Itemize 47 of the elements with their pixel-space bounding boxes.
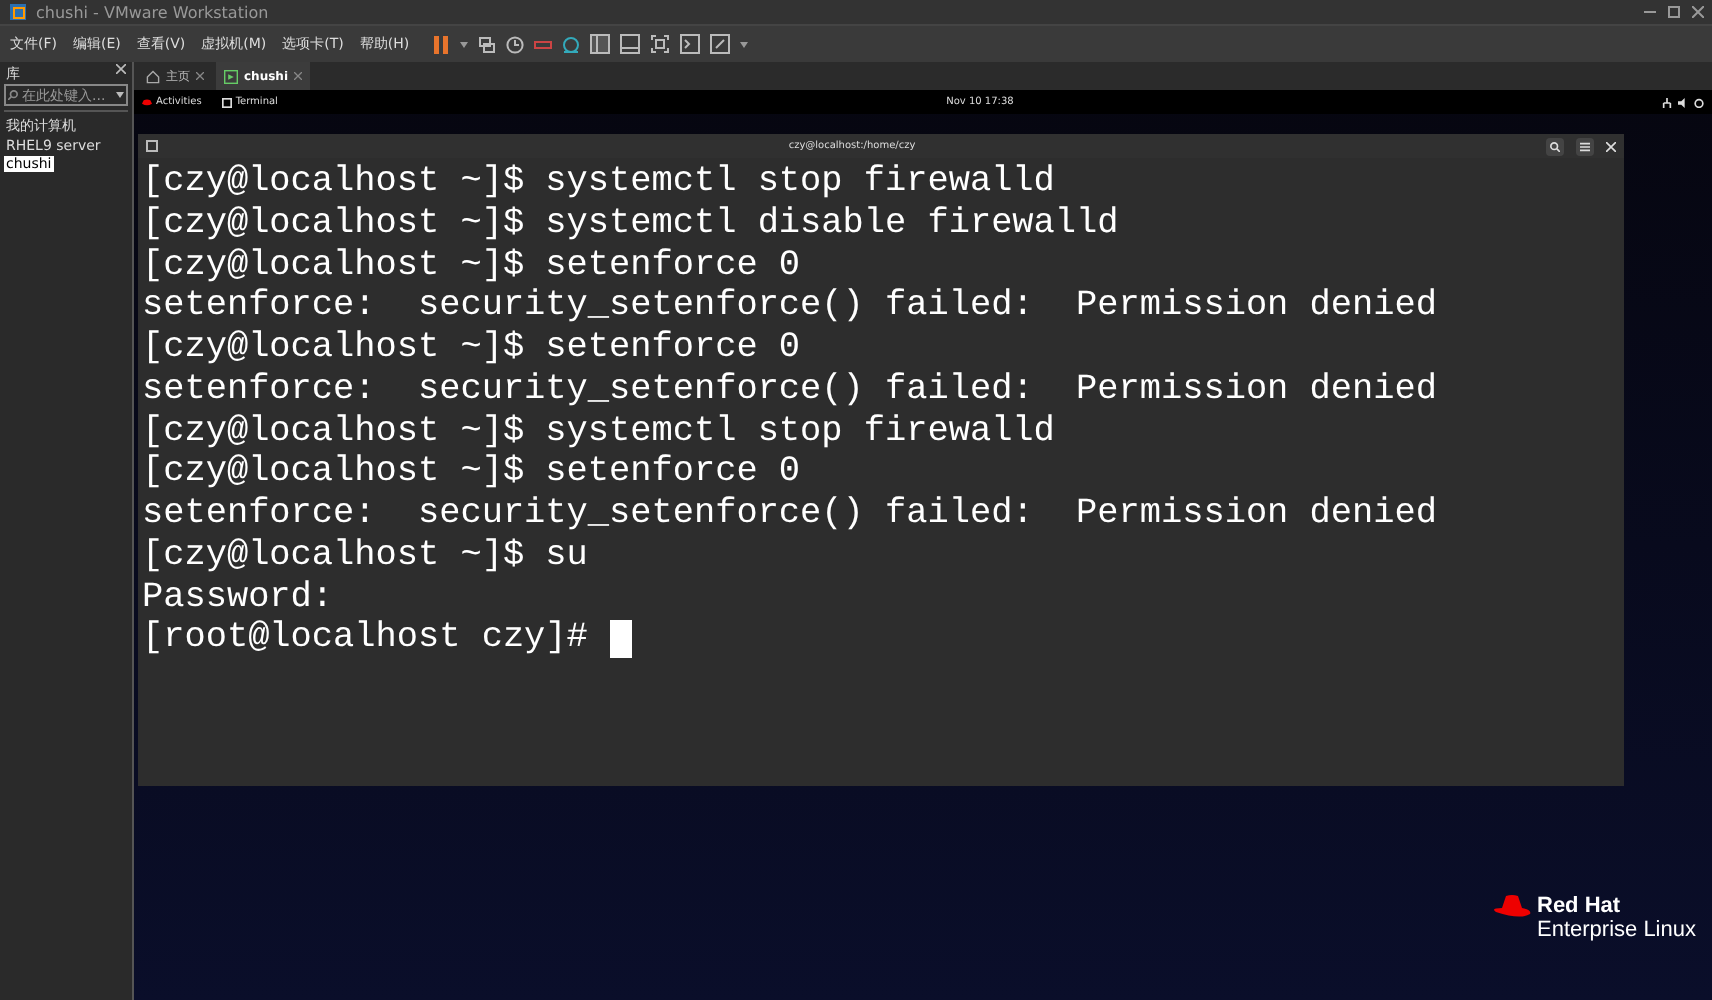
terminal-line: [czy@localhost ~]$ systemctl stop firewalld xyxy=(142,411,1055,453)
minimize-icon[interactable] xyxy=(1644,6,1656,18)
caret-icon[interactable] xyxy=(116,92,124,98)
app-icon xyxy=(8,2,28,22)
terminal-line: [czy@localhost ~]$ setenforce 0 xyxy=(142,328,801,370)
brand-name: Red Hat xyxy=(1537,894,1623,918)
terminal-line: setenforce: security_setenforce() failed: Permission denied xyxy=(142,369,1437,411)
fullscreen-icon[interactable] xyxy=(649,34,670,54)
stretch-icon[interactable] xyxy=(709,34,730,54)
window-title: chushi - VMware Workstation xyxy=(36,3,271,21)
terminal-line: [czy@localhost ~]$ systemctl disable firewalld xyxy=(142,203,1119,245)
close-icon[interactable] xyxy=(1692,6,1704,18)
terminal-line: [czy@localhost ~]$ su xyxy=(142,535,588,577)
vm-icon xyxy=(224,69,238,83)
caret-icon[interactable] xyxy=(459,41,468,47)
power-icon[interactable] xyxy=(1694,97,1704,107)
menu-button[interactable] xyxy=(1576,137,1594,155)
send-keys-icon[interactable] xyxy=(477,35,496,53)
volume-icon[interactable] xyxy=(1678,97,1688,107)
console-view-icon[interactable] xyxy=(619,34,640,54)
hat-icon xyxy=(142,98,152,106)
terminal-line: setenforce: security_setenforce() failed: Permission denied xyxy=(142,286,1437,328)
text-cursor xyxy=(609,620,632,659)
new-tab-icon[interactable] xyxy=(146,140,158,152)
terminal-icon xyxy=(221,97,232,107)
terminal-line: [czy@localhost ~]$ setenforce 0 xyxy=(142,452,801,494)
terminal-icon[interactable] xyxy=(679,34,700,54)
terminal-line: [czy@localhost ~]$ setenforce 0 xyxy=(142,245,801,287)
caret-icon[interactable] xyxy=(739,41,748,47)
terminal-line: [czy@localhost ~]$ systemctl stop firewalld xyxy=(142,162,1055,204)
sidebar-icon[interactable] xyxy=(589,34,610,54)
pause-icon[interactable] xyxy=(433,35,450,53)
maximize-icon[interactable] xyxy=(1668,6,1680,18)
search-button[interactable] xyxy=(1546,137,1564,155)
home-icon xyxy=(146,69,160,83)
brand-product: Enterprise Linux xyxy=(1537,918,1696,942)
terminal-line: [root@localhost czy]# xyxy=(142,618,590,660)
terminal-line: Password: xyxy=(142,577,334,619)
network-icon[interactable] xyxy=(1662,97,1672,107)
hat-logo-icon xyxy=(1491,894,1531,920)
close-icon[interactable] xyxy=(116,64,126,74)
terminal-line: setenforce: security_setenforce() failed: Permission denied xyxy=(142,494,1437,536)
snapshot-manager-icon[interactable] xyxy=(561,35,580,53)
close-icon[interactable] xyxy=(196,72,204,80)
snapshot-icon[interactable] xyxy=(533,35,552,53)
search-icon xyxy=(8,90,18,100)
clock-icon[interactable] xyxy=(505,35,524,53)
